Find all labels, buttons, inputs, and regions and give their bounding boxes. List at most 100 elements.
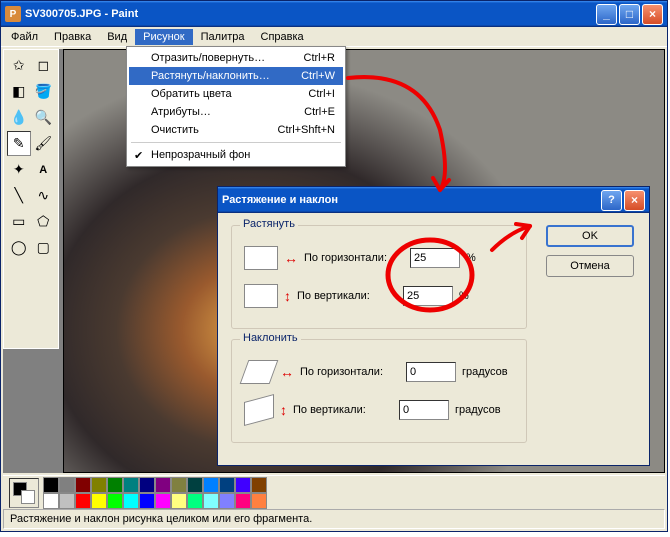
menu-separator xyxy=(131,142,341,143)
tool-magnifier[interactable]: 🔍 xyxy=(32,105,56,130)
dialog-help-button[interactable]: ? xyxy=(601,190,622,211)
dialog-client: Растянуть ↔ По горизонтали: % ↕ По верти… xyxy=(221,215,646,462)
maximize-button[interactable]: □ xyxy=(619,4,640,25)
tool-brush[interactable]: 🖌 xyxy=(32,131,56,156)
cancel-button[interactable]: Отмена xyxy=(546,255,634,277)
tool-rectangle[interactable]: ▭ xyxy=(7,209,31,234)
menu-help[interactable]: Справка xyxy=(253,29,312,45)
arrow-v-icon: ↕ xyxy=(280,402,287,418)
tool-pencil[interactable]: ✎ xyxy=(7,131,31,156)
menu-file[interactable]: Файл xyxy=(3,29,46,45)
color-swatch[interactable] xyxy=(139,493,155,509)
image-menu-dropdown: Отразить/повернуть… Ctrl+R Растянуть/нак… xyxy=(126,46,346,167)
menu-edit[interactable]: Правка xyxy=(46,29,99,45)
skew-horiz-icon xyxy=(240,360,279,384)
stretch-vert-input[interactable] xyxy=(403,286,453,306)
toolbox: ✩ ◻ ◧ 🪣 💧 🔍 ✎ 🖌 ✦ A ╲ ∿ ▭ ⬠ ◯ ▢ xyxy=(3,49,59,349)
stretch-legend: Растянуть xyxy=(240,218,298,230)
tool-airbrush[interactable]: ✦ xyxy=(7,157,31,182)
color-swatch[interactable] xyxy=(75,477,91,493)
color-swatch[interactable] xyxy=(91,477,107,493)
tool-text[interactable]: A xyxy=(32,157,56,182)
skew-vert-icon xyxy=(244,394,274,426)
color-swatch[interactable] xyxy=(75,493,91,509)
stretch-horiz-label: По горизонтали: xyxy=(304,252,404,264)
dialog-titlebar[interactable]: Растяжение и наклон ? × xyxy=(218,187,649,213)
tool-eraser[interactable]: ◧ xyxy=(7,79,31,104)
colorbox xyxy=(3,475,665,509)
skew-vert-input[interactable] xyxy=(399,400,449,420)
close-button[interactable]: × xyxy=(642,4,663,25)
stretch-skew-dialog: Растяжение и наклон ? × Растянуть ↔ По г… xyxy=(217,186,650,466)
menu-attributes[interactable]: Атрибуты… Ctrl+E xyxy=(129,103,343,121)
color-swatch[interactable] xyxy=(91,493,107,509)
menu-invert-colors[interactable]: Обратить цвета Ctrl+I xyxy=(129,85,343,103)
dialog-title: Растяжение и наклон xyxy=(222,194,601,206)
color-swatch[interactable] xyxy=(251,493,267,509)
statusbar: Растяжение и наклон рисунка целиком или … xyxy=(3,509,665,529)
current-colors[interactable] xyxy=(9,478,39,508)
minimize-button[interactable]: _ xyxy=(596,4,617,25)
app-icon: P xyxy=(5,6,21,22)
color-swatch[interactable] xyxy=(107,493,123,509)
color-swatch[interactable] xyxy=(235,493,251,509)
menu-opaque[interactable]: ✔ Непрозрачный фон xyxy=(129,146,343,164)
color-swatch[interactable] xyxy=(235,477,251,493)
stretch-vert-label: По вертикали: xyxy=(297,290,397,302)
stretch-horiz-input[interactable] xyxy=(410,248,460,268)
menu-image[interactable]: Рисунок xyxy=(135,29,193,45)
skew-horiz-label: По горизонтали: xyxy=(300,366,400,378)
menu-view[interactable]: Вид xyxy=(99,29,135,45)
menu-flip-rotate[interactable]: Отразить/повернуть… Ctrl+R xyxy=(129,49,343,67)
main-titlebar[interactable]: P SV300705.JPG - Paint _ □ × xyxy=(1,1,667,27)
skew-vert-label: По вертикали: xyxy=(293,404,393,416)
arrow-h-icon: ↔ xyxy=(280,364,294,380)
tool-fill[interactable]: 🪣 xyxy=(32,79,56,104)
color-swatch[interactable] xyxy=(203,493,219,509)
skew-legend: Наклонить xyxy=(240,332,301,344)
menu-item-label: Непрозрачный фон xyxy=(151,149,250,161)
tool-freeform-select[interactable]: ✩ xyxy=(7,53,31,78)
color-swatch[interactable] xyxy=(155,477,171,493)
color-swatch[interactable] xyxy=(43,493,59,509)
color-swatch[interactable] xyxy=(187,493,203,509)
menu-item-shortcut: Ctrl+E xyxy=(284,106,335,118)
color-swatch[interactable] xyxy=(171,477,187,493)
color-swatch[interactable] xyxy=(171,493,187,509)
tool-line[interactable]: ╲ xyxy=(7,183,31,208)
menu-item-shortcut: Ctrl+I xyxy=(288,88,335,100)
tool-ellipse[interactable]: ◯ xyxy=(7,235,31,260)
tool-rect-select[interactable]: ◻ xyxy=(32,53,56,78)
tool-polygon[interactable]: ⬠ xyxy=(32,209,56,234)
color-swatch[interactable] xyxy=(123,477,139,493)
menu-stretch-skew[interactable]: Растянуть/наклонить… Ctrl+W xyxy=(129,67,343,85)
color-swatch[interactable] xyxy=(59,493,75,509)
skew-horiz-input[interactable] xyxy=(406,362,456,382)
menu-item-label: Растянуть/наклонить… xyxy=(151,70,270,82)
tool-picker[interactable]: 💧 xyxy=(7,105,31,130)
skew-vert-unit: градусов xyxy=(455,404,501,416)
color-swatch[interactable] xyxy=(43,477,59,493)
color-swatch[interactable] xyxy=(219,477,235,493)
background-color xyxy=(21,490,35,504)
tool-rounded-rect[interactable]: ▢ xyxy=(32,235,56,260)
menu-clear[interactable]: Очистить Ctrl+Shft+N xyxy=(129,121,343,139)
tool-curve[interactable]: ∿ xyxy=(32,183,56,208)
menu-item-shortcut: Ctrl+W xyxy=(281,70,335,82)
dialog-close-button[interactable]: × xyxy=(624,190,645,211)
color-swatch[interactable] xyxy=(251,477,267,493)
color-swatch[interactable] xyxy=(107,477,123,493)
color-swatch[interactable] xyxy=(155,493,171,509)
arrow-h-icon: ↔ xyxy=(284,250,298,266)
ok-button[interactable]: OK xyxy=(546,225,634,247)
color-swatch[interactable] xyxy=(203,477,219,493)
color-swatch[interactable] xyxy=(123,493,139,509)
stretch-vert-unit: % xyxy=(459,290,469,302)
skew-horiz-unit: градусов xyxy=(462,366,508,378)
color-swatch[interactable] xyxy=(59,477,75,493)
skew-groupbox: Наклонить ↔ По горизонтали: градусов ↕ П… xyxy=(231,339,527,443)
color-swatch[interactable] xyxy=(139,477,155,493)
menu-palette[interactable]: Палитра xyxy=(193,29,253,45)
color-swatch[interactable] xyxy=(219,493,235,509)
color-swatch[interactable] xyxy=(187,477,203,493)
